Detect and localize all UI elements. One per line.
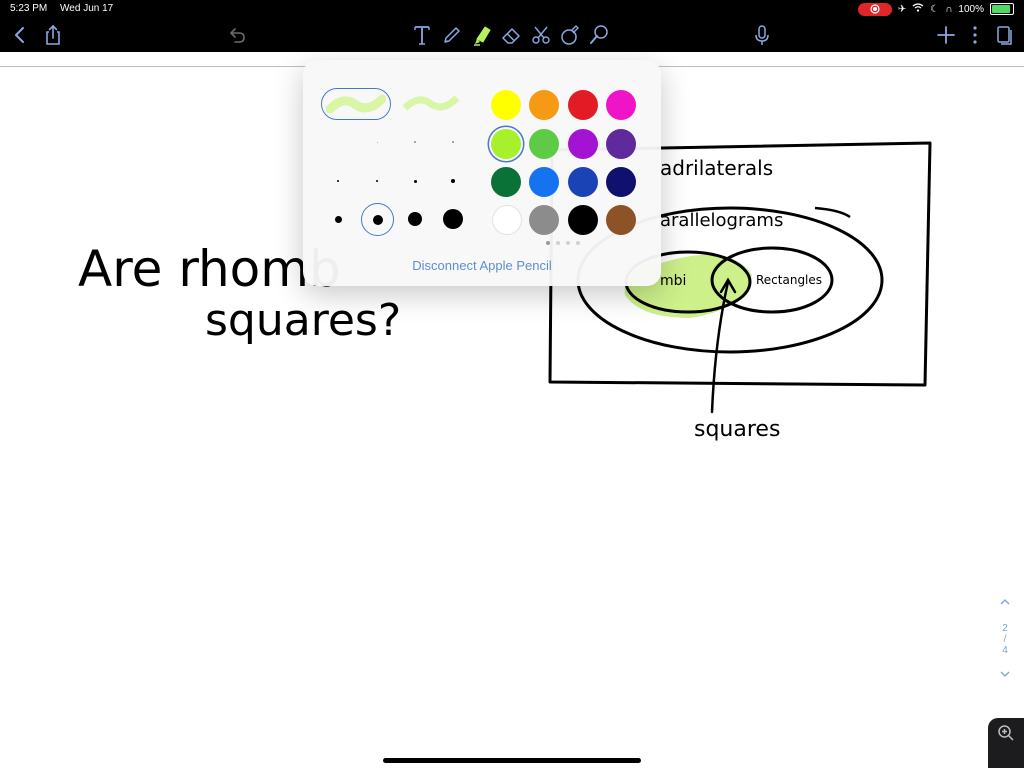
size-option-6[interactable] — [362, 166, 392, 196]
size-option-10[interactable] — [361, 203, 394, 236]
size-option-12[interactable] — [438, 204, 468, 234]
color-swatch-violet[interactable] — [606, 129, 636, 159]
quadrilaterals-label: adrilaterals — [660, 156, 773, 180]
color-swatch-brown[interactable] — [606, 205, 636, 235]
page-down-chevron-icon[interactable] — [994, 670, 1016, 681]
page-separator: / — [1003, 634, 1007, 645]
question-line-1: Are rhomb — [78, 240, 341, 298]
color-swatch-gray[interactable] — [529, 205, 559, 235]
pen-options-popover: Disconnect Apple Pencil — [303, 60, 661, 286]
highlighter-style-rounded-button[interactable] — [321, 88, 391, 120]
zoom-window-button[interactable] — [988, 718, 1024, 768]
palette-page-indicator[interactable] — [546, 241, 580, 245]
home-indicator[interactable] — [383, 758, 641, 763]
rectangles-label: Rectangles — [756, 273, 822, 287]
page-up-chevron-icon[interactable] — [994, 598, 1016, 609]
color-swatch-red[interactable] — [568, 90, 598, 120]
size-option-2[interactable] — [362, 127, 392, 157]
size-option-8[interactable] — [438, 166, 468, 196]
size-option-5[interactable] — [323, 166, 353, 196]
color-swatch-lime[interactable] — [491, 129, 521, 159]
color-swatch-purple[interactable] — [568, 129, 598, 159]
rhombi-label: mbi — [660, 273, 686, 289]
color-swatch-green[interactable] — [529, 129, 559, 159]
question-line-2: squares? — [205, 295, 401, 346]
size-option-11[interactable] — [400, 204, 430, 234]
color-swatch-magenta[interactable] — [606, 90, 636, 120]
size-option-4[interactable] — [438, 127, 468, 157]
size-option-1[interactable] — [323, 127, 353, 157]
size-option-3[interactable] — [400, 127, 430, 157]
parallelograms-oval-tail — [814, 206, 851, 219]
color-swatch-dark-green[interactable] — [491, 167, 521, 197]
current-page-number: 2 — [1002, 623, 1008, 634]
color-swatch-orange[interactable] — [529, 90, 559, 120]
color-swatch-black[interactable] — [568, 205, 598, 235]
size-option-7[interactable] — [400, 166, 430, 196]
page-navigator: 2 / 4 — [994, 598, 1016, 687]
size-option-9[interactable] — [323, 204, 353, 234]
squares-label: squares — [694, 417, 780, 442]
magnifier-plus-icon — [998, 725, 1014, 741]
disconnect-pencil-link[interactable]: Disconnect Apple Pencil — [303, 258, 661, 273]
total-page-number: 4 — [1002, 645, 1008, 656]
color-swatch-white[interactable] — [492, 205, 522, 235]
color-swatch-navy[interactable] — [606, 167, 636, 197]
color-swatch-blue[interactable] — [529, 167, 559, 197]
parallelograms-label: arallelograms — [660, 210, 783, 231]
highlighter-style-flat-button[interactable] — [397, 88, 465, 118]
color-swatch-yellow[interactable] — [491, 90, 521, 120]
color-swatch-royal-blue[interactable] — [568, 167, 598, 197]
